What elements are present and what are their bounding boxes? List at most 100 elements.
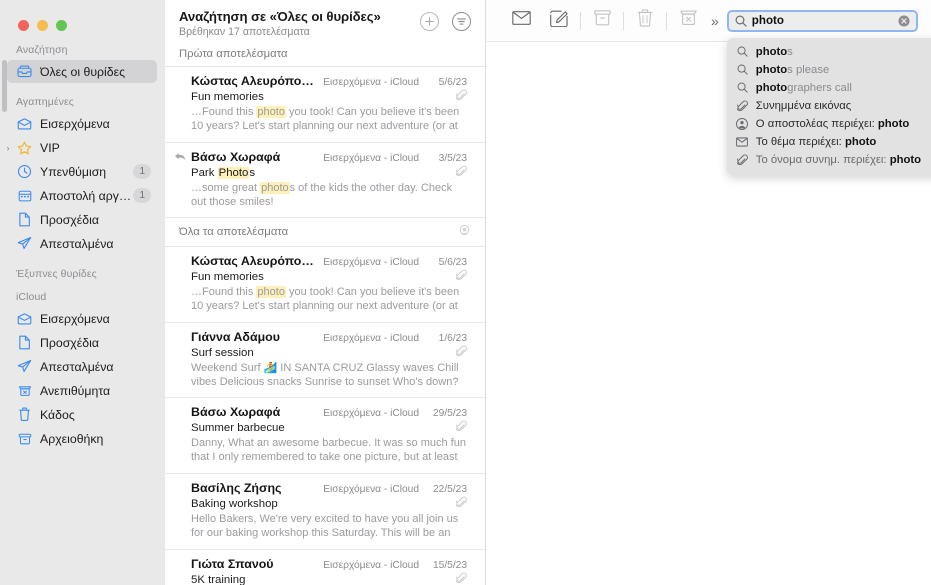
- close-button[interactable]: [18, 19, 29, 31]
- list-item[interactable]: Συνημμένα εικόνας: [727, 97, 931, 115]
- search-icon: [735, 15, 747, 27]
- message-preview: …Found this photo you took! Can you beli…: [191, 106, 460, 134]
- sidebar-item-label: Ανεπιθύμητα: [40, 383, 111, 398]
- paperclip-icon: [455, 345, 467, 360]
- sidebar-item-label: Εισερχόμενα: [40, 311, 110, 326]
- search-suggestions-dropdown: photos photos please photographers call: [726, 37, 931, 175]
- page-title: Αναζήτηση σε «Όλες οι θυρίδες»: [179, 9, 381, 24]
- mail-window: Αναζήτηση Όλες οι θυρίδες Αγαπημένες Εισ…: [0, 0, 931, 585]
- message-date: 5/6/23: [438, 77, 467, 88]
- group-header-label: Όλα τα αποτελέσματα: [179, 226, 289, 238]
- sidebar-item-icloud-inbox[interactable]: Εισερχόμενα: [7, 307, 157, 330]
- table-row[interactable]: Κώστας Αλευρόπουλος Εισερχόμενα - iCloud…: [165, 247, 485, 323]
- sidebar-section-smart-title: Έξυπνες θυρίδες: [16, 268, 97, 280]
- mailbox-icon: [16, 64, 33, 80]
- list-item[interactable]: photographers call: [727, 79, 931, 97]
- group-header-top-hits: Πρώτα αποτελέσματα: [165, 42, 485, 67]
- paperclip-icon: [455, 420, 467, 435]
- message-pane: » photo photos photos please photographe…: [486, 0, 931, 585]
- group-header-label: Πρώτα αποτελέσματα: [179, 48, 288, 60]
- message-date: 15/5/23: [433, 560, 467, 571]
- sidebar-item-label: Αποστολή αργό...: [40, 188, 134, 203]
- clear-circle-icon[interactable]: [898, 14, 910, 27]
- sidebar-item-icloud-sent[interactable]: Απεσταλμένα: [7, 355, 157, 378]
- sidebar-item-label: Κάδος: [40, 407, 75, 422]
- window-controls: [0, 0, 165, 36]
- paperclip-icon: [455, 496, 467, 511]
- message-list-header: Αναζήτηση σε «Όλες οι θυρίδες» Βρέθηκαν …: [165, 0, 485, 42]
- list-item[interactable]: Το όνομα συνημ. περιέχει: photo: [727, 151, 931, 169]
- filter-circle-icon[interactable]: [452, 12, 471, 31]
- sidebar-item-remind[interactable]: Υπενθύμιση 1: [7, 160, 157, 183]
- list-item[interactable]: Το θέμα περιέχει: photo: [727, 133, 931, 151]
- table-row[interactable]: Βασίλης Ζήσης Εισερχόμενα - iCloud 22/5/…: [165, 474, 485, 550]
- sender-name: Κώστας Αλευρόπουλος: [191, 254, 318, 268]
- message-preview: …some great photos of the kids the other…: [191, 182, 453, 208]
- table-row[interactable]: Γιάννα Αδάμου Εισερχόμενα - iCloud 1/6/2…: [165, 323, 485, 398]
- sidebar-item-icloud-drafts[interactable]: Προσχέδια: [7, 331, 157, 354]
- sidebar-item-inbox-fav[interactable]: Εισερχόμενα: [7, 112, 157, 135]
- paperclip-icon: [455, 89, 467, 104]
- suggestion-label: photos please: [755, 63, 830, 76]
- table-row[interactable]: Βάσω Χωραφά Εισερχόμενα - iCloud 3/5/23 …: [165, 143, 485, 218]
- search-input[interactable]: photo: [726, 9, 918, 32]
- result-count: Βρέθηκαν 17 αποτελέσματα: [179, 26, 310, 38]
- sidebar-item-sent-fav[interactable]: Απεσταλμένα: [7, 232, 157, 255]
- suggestion-label: photos: [755, 45, 793, 58]
- envelope-icon: [511, 11, 531, 30]
- table-row[interactable]: Βάσω Χωραφά Εισερχόμενα - iCloud 29/5/23…: [165, 398, 485, 474]
- list-item[interactable]: photos please: [727, 61, 931, 79]
- toolbar-overflow-button[interactable]: »: [707, 13, 723, 29]
- sidebar-section-favorites-title: Αγαπημένες: [16, 96, 74, 108]
- sidebar-item-icloud-archive[interactable]: Αρχειοθήκη: [7, 427, 157, 450]
- sidebar-item-label: Προσχέδια: [40, 212, 99, 227]
- message-subject: Fun memories: [191, 270, 264, 283]
- sidebar-item-icloud-trash[interactable]: Κάδος: [7, 403, 157, 426]
- zoom-button[interactable]: [56, 19, 67, 31]
- paperclip-icon: [736, 153, 749, 166]
- message-date: 1/6/23: [438, 333, 467, 344]
- list-item[interactable]: photos: [727, 43, 931, 61]
- sidebar-item-drafts-fav[interactable]: Προσχέδια: [7, 208, 157, 231]
- message-list-column: Αναζήτηση σε «Όλες οι θυρίδες» Βρέθηκαν …: [165, 0, 486, 585]
- sidebar-item-vip[interactable]: › VIP: [7, 136, 157, 159]
- archive-button[interactable]: [583, 8, 621, 34]
- minimize-button[interactable]: [37, 19, 48, 31]
- message-subject: Summer barbecue: [191, 421, 285, 434]
- sidebar-item-label: Προσχέδια: [40, 335, 99, 350]
- inbox-icon: [16, 311, 33, 327]
- unread-badge: 1: [133, 188, 151, 203]
- mailbox-label: Εισερχόμενα - iCloud: [323, 153, 419, 164]
- sidebar-item-send-later[interactable]: Αποστολή αργό... 1: [7, 184, 157, 207]
- document-icon: [16, 212, 33, 228]
- sidebar-item-icloud-junk[interactable]: Ανεπιθύμητα: [7, 379, 157, 402]
- reply-arrow-icon: [174, 152, 186, 165]
- table-row[interactable]: Γιώτα Σπανού Εισερχόμενα - iCloud 15/5/2…: [165, 550, 485, 585]
- delete-button[interactable]: [626, 8, 664, 34]
- trash-icon: [637, 9, 653, 32]
- suggestion-label: photographers call: [755, 81, 852, 94]
- sidebar-item-all-mailboxes[interactable]: Όλες οι θυρίδες: [7, 60, 157, 83]
- sender-name: Βάσω Χωραφά: [191, 150, 281, 164]
- unread-badge: 1: [133, 164, 151, 179]
- suggestion-label: Ο αποστολέας περιέχει: photo: [755, 117, 910, 130]
- archive-icon: [16, 431, 33, 447]
- mailbox-label: Εισερχόμενα - iCloud: [323, 484, 419, 495]
- sort-icon[interactable]: [458, 224, 471, 240]
- compose-button[interactable]: [540, 8, 578, 34]
- table-row[interactable]: Κώστας Αλευρόπουλος Εισερχόμενα - iCloud…: [165, 67, 485, 143]
- sidebar-item-label: Απεσταλμένα: [40, 359, 114, 374]
- sender-name: Γιάννα Αδάμου: [191, 330, 280, 344]
- sidebar-item-label: Όλες οι θυρίδες: [40, 64, 126, 79]
- envelope-icon: [736, 136, 749, 147]
- mark-unread-button[interactable]: [502, 8, 540, 34]
- suggestion-label: Το όνομα συνημ. περιέχει: photo: [755, 153, 922, 166]
- list-item[interactable]: Ο αποστολέας περιέχει: photo: [727, 115, 931, 133]
- plus-circle-icon[interactable]: [420, 12, 439, 31]
- junk-button[interactable]: [669, 8, 707, 34]
- chevron-right-icon[interactable]: ›: [3, 143, 13, 153]
- trash-icon: [16, 407, 33, 423]
- mailbox-label: Εισερχόμενα - iCloud: [323, 77, 419, 88]
- message-preview: Danny, What an awesome barbecue. It was …: [191, 437, 466, 465]
- document-icon: [16, 335, 33, 351]
